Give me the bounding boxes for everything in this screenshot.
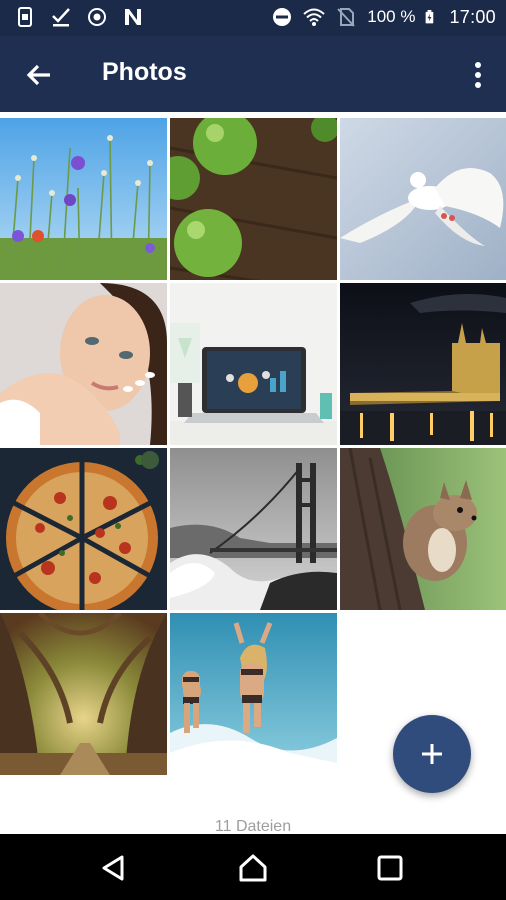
no-sim-icon	[337, 8, 355, 27]
plus-icon	[422, 744, 442, 764]
add-button[interactable]	[393, 715, 471, 793]
photo-thumbnail-forest-tunnel[interactable]	[0, 613, 167, 775]
photo-thumbnail-notre-dame-night[interactable]	[340, 283, 506, 445]
photo-thumbnail-white-dove[interactable]	[340, 118, 506, 280]
nav-home-button[interactable]	[237, 852, 269, 884]
page-title: Photos	[102, 58, 187, 86]
photo-thumbnail-woman-portrait[interactable]	[0, 283, 167, 445]
recents-icon	[377, 855, 403, 881]
photo-thumbnail-pizza[interactable]	[0, 448, 167, 610]
photo-thumbnail-wildflowers[interactable]	[0, 118, 167, 280]
clock: 17:00	[449, 6, 496, 27]
photo-thumbnail-green-apples[interactable]	[170, 118, 337, 280]
back-button[interactable]	[22, 58, 56, 92]
photo-grid	[0, 118, 506, 775]
wifi-icon	[303, 8, 325, 26]
photo-thumbnail-laptop-desk[interactable]	[170, 283, 337, 445]
back-triangle-icon	[102, 855, 124, 881]
nav-recents-button[interactable]	[374, 852, 406, 884]
app-bar: Photos	[0, 36, 506, 112]
battery-icon	[426, 10, 434, 24]
dnd-icon	[273, 8, 292, 26]
download-check-icon	[52, 8, 70, 27]
n-icon	[125, 9, 141, 25]
home-icon	[239, 854, 267, 882]
status-bar: 100 % 17:00	[0, 0, 506, 36]
nav-back-button[interactable]	[98, 852, 130, 884]
system-nav-bar	[0, 834, 506, 900]
overflow-menu-button[interactable]	[468, 58, 488, 92]
photo-thumbnail-beach-girls[interactable]	[170, 613, 337, 775]
photo-thumbnail-squirrel[interactable]	[340, 448, 506, 610]
arrow-left-icon	[26, 64, 50, 86]
photo-thumbnail-golden-gate-bridge[interactable]	[170, 448, 337, 610]
shield-icon	[88, 8, 106, 26]
sim-icon	[18, 7, 32, 27]
more-vert-icon	[475, 62, 481, 88]
battery-percent: 100 %	[367, 7, 416, 26]
